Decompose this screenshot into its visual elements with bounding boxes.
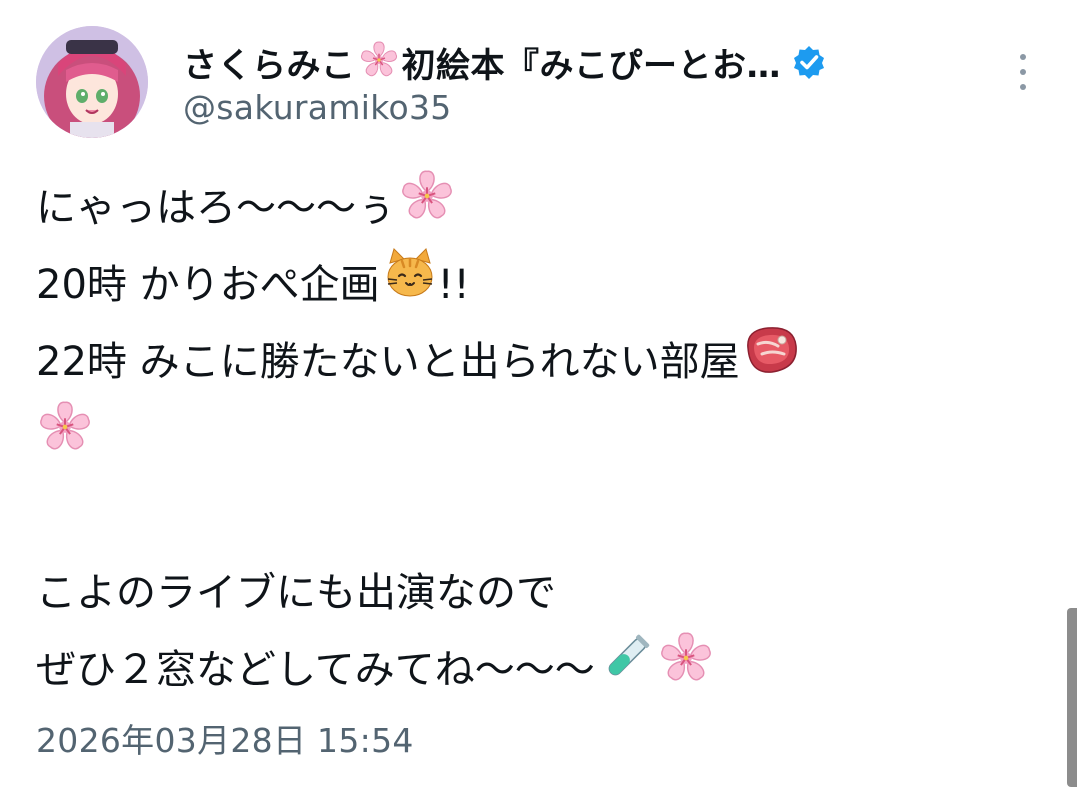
more-options-dot: [1020, 69, 1026, 75]
tweet-line-suffix: !!: [437, 262, 470, 308]
meat-icon: [742, 322, 802, 404]
tweet-line: 20時 かりおぺ企画 !!: [36, 247, 1036, 324]
tweet-line-text: 22時 みこに勝たないと出られない部屋: [36, 339, 740, 385]
tweet-line: ぜひ２窓などしてみてね〜〜〜: [36, 632, 1036, 709]
test-tube-icon: [597, 629, 655, 713]
tweet-line: にゃっはろ〜〜〜ぅ: [36, 170, 1036, 247]
more-options-dot: [1020, 84, 1026, 90]
cat-face-icon: [382, 245, 438, 327]
more-options-dot: [1020, 54, 1026, 60]
tweet-text: にゃっはろ〜〜〜ぅ 20時 かりおぺ企画 !! 22時 みこに勝たないと出られな…: [36, 170, 1036, 709]
scrollbar-thumb[interactable]: [1067, 608, 1077, 787]
cherry-blossom-icon: [398, 167, 456, 251]
tweet-card: さくらみこ 初絵本『みこぴーとお… @sakuramiko35 にゃっはろ〜〜〜…: [0, 0, 1080, 787]
author-avatar[interactable]: [36, 26, 148, 138]
author-name-row[interactable]: さくらみこ 初絵本『みこぴーとお…: [183, 36, 827, 88]
tweet-line-text: にゃっはろ〜〜〜ぅ: [36, 185, 396, 231]
author-handle[interactable]: @sakuramiko35: [183, 88, 452, 127]
tweet-timestamp[interactable]: 2026年03月28日 15:54: [36, 714, 414, 762]
cherry-blossom-icon: [36, 398, 94, 482]
tweet-line: 22時 みこに勝たないと出られない部屋: [36, 324, 1036, 401]
author-display-name-part1[interactable]: さくらみこ: [183, 38, 356, 87]
cherry-blossom-icon: [358, 39, 400, 85]
tweet-line: こよのライブにも出演なので: [36, 555, 1036, 632]
author-display-name-part2[interactable]: 初絵本『みこぴーとお…: [402, 38, 782, 87]
tweet-line-text: 20時 かりおぺ企画: [36, 262, 380, 308]
cherry-blossom-icon: [657, 629, 715, 713]
tweet-line-text: こよのライブにも出演なので: [36, 570, 556, 616]
tweet-line: [36, 401, 1036, 478]
avatar-image: [36, 26, 148, 138]
more-options-icon[interactable]: [1005, 50, 1041, 94]
verified-badge-icon[interactable]: [791, 44, 827, 80]
tweet-line-text: ぜひ２窓などしてみてね〜〜〜: [36, 647, 595, 693]
